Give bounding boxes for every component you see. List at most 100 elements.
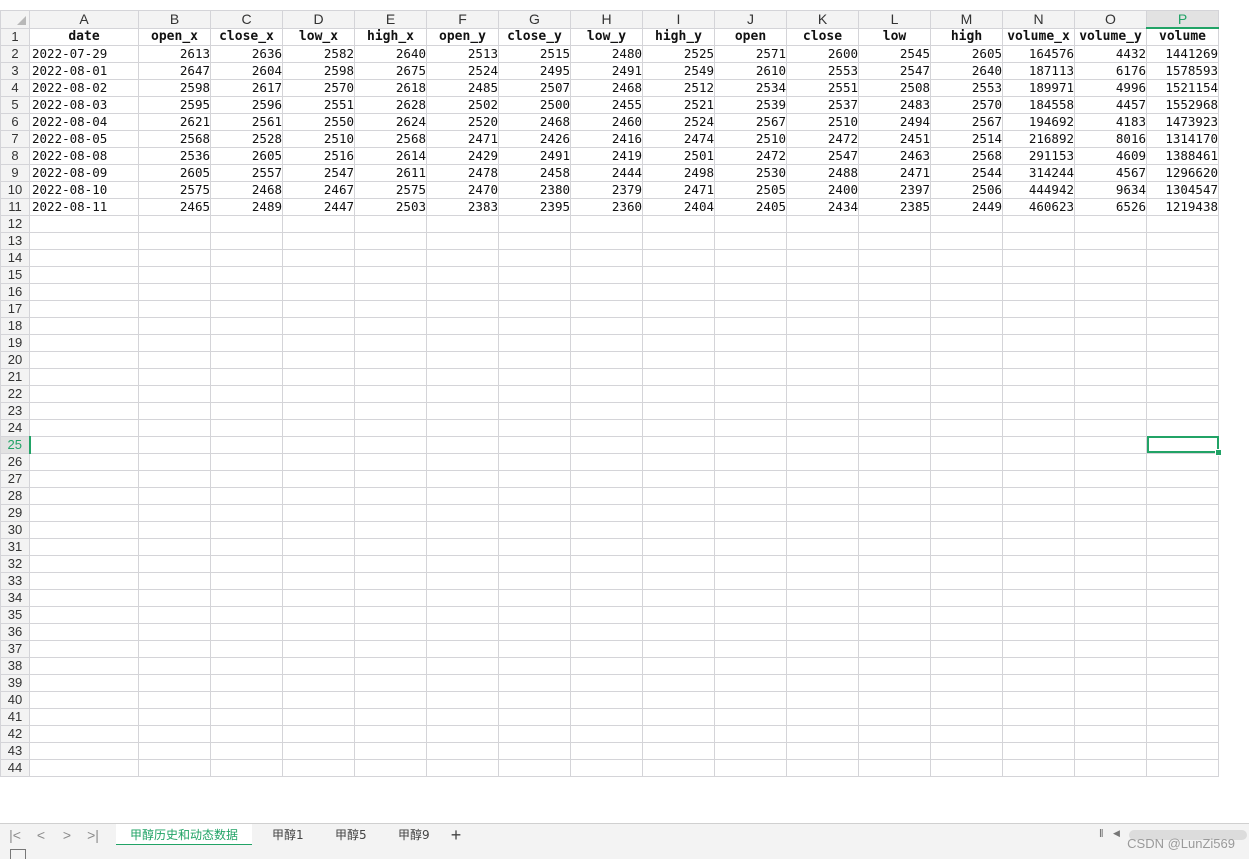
empty-cell[interactable] [1074,350,1147,369]
empty-cell[interactable] [138,316,211,335]
data-cell[interactable]: 2537 [786,95,859,114]
empty-cell[interactable] [138,741,211,760]
row-header[interactable]: 31 [0,537,30,556]
data-cell[interactable]: 2022-08-03 [29,95,139,114]
data-cell[interactable]: 187113 [1002,61,1075,80]
empty-cell[interactable] [642,537,715,556]
data-cell[interactable]: 2575 [354,180,427,199]
empty-cell[interactable] [1002,724,1075,743]
empty-cell[interactable] [642,469,715,488]
empty-cell[interactable] [354,571,427,590]
empty-cell[interactable] [1146,214,1219,233]
row-header[interactable]: 9 [0,163,30,182]
empty-cell[interactable] [29,231,139,250]
empty-cell[interactable] [210,486,283,505]
empty-cell[interactable] [1074,401,1147,420]
empty-cell[interactable] [1074,656,1147,675]
empty-cell[interactable] [570,367,643,386]
empty-cell[interactable] [858,707,931,726]
empty-cell[interactable] [426,231,499,250]
empty-cell[interactable] [29,384,139,403]
empty-cell[interactable] [498,724,571,743]
empty-cell[interactable] [858,571,931,590]
column-header-f[interactable]: F [426,10,499,29]
data-cell[interactable]: 1388461 [1146,146,1219,165]
empty-cell[interactable] [210,656,283,675]
empty-cell[interactable] [426,401,499,420]
header-cell[interactable]: high [930,27,1003,46]
empty-cell[interactable] [426,656,499,675]
empty-cell[interactable] [354,435,427,454]
empty-cell[interactable] [642,435,715,454]
empty-cell[interactable] [642,350,715,369]
empty-cell[interactable] [426,741,499,760]
data-cell[interactable]: 2022-08-05 [29,129,139,148]
data-cell[interactable]: 2447 [282,197,355,216]
empty-cell[interactable] [1074,248,1147,267]
empty-cell[interactable] [498,554,571,573]
empty-cell[interactable] [282,265,355,284]
empty-cell[interactable] [498,248,571,267]
data-cell[interactable]: 2568 [354,129,427,148]
empty-cell[interactable] [498,469,571,488]
empty-cell[interactable] [498,231,571,250]
empty-cell[interactable] [786,486,859,505]
select-all-corner[interactable] [0,10,30,29]
empty-cell[interactable] [1146,690,1219,709]
empty-cell[interactable] [714,265,787,284]
empty-cell[interactable] [786,452,859,471]
empty-cell[interactable] [282,350,355,369]
data-cell[interactable]: 460623 [1002,197,1075,216]
empty-cell[interactable] [930,316,1003,335]
data-cell[interactable]: 2404 [642,197,715,216]
column-header-n[interactable]: N [1002,10,1075,29]
column-header-c[interactable]: C [210,10,283,29]
empty-cell[interactable] [354,418,427,437]
empty-cell[interactable] [858,350,931,369]
empty-cell[interactable] [714,248,787,267]
empty-cell[interactable] [930,435,1003,454]
empty-cell[interactable] [1074,316,1147,335]
empty-cell[interactable] [282,707,355,726]
data-cell[interactable]: 2605 [210,146,283,165]
empty-cell[interactable] [498,571,571,590]
row-header[interactable]: 12 [0,214,30,233]
row-header[interactable]: 26 [0,452,30,471]
empty-cell[interactable] [282,452,355,471]
empty-cell[interactable] [354,367,427,386]
empty-cell[interactable] [138,707,211,726]
empty-cell[interactable] [138,554,211,573]
empty-cell[interactable] [1074,486,1147,505]
empty-cell[interactable] [29,571,139,590]
empty-cell[interactable] [642,503,715,522]
empty-cell[interactable] [714,758,787,777]
header-cell[interactable]: close_x [210,27,283,46]
empty-cell[interactable] [138,588,211,607]
empty-cell[interactable] [570,639,643,658]
data-cell[interactable]: 2547 [282,163,355,182]
empty-cell[interactable] [642,639,715,658]
column-header-b[interactable]: B [138,10,211,29]
data-cell[interactable]: 2397 [858,180,931,199]
empty-cell[interactable] [282,622,355,641]
empty-cell[interactable] [1002,486,1075,505]
empty-cell[interactable] [642,673,715,692]
data-cell[interactable]: 2416 [570,129,643,148]
empty-cell[interactable] [930,554,1003,573]
empty-cell[interactable] [1074,333,1147,352]
column-header-g[interactable]: G [498,10,571,29]
empty-cell[interactable] [858,724,931,743]
row-header[interactable]: 10 [0,180,30,199]
empty-cell[interactable] [1074,418,1147,437]
empty-cell[interactable] [138,656,211,675]
row-header[interactable]: 35 [0,605,30,624]
empty-cell[interactable] [858,537,931,556]
empty-cell[interactable] [1002,384,1075,403]
data-cell[interactable]: 2528 [210,129,283,148]
header-cell[interactable]: close [786,27,859,46]
empty-cell[interactable] [29,486,139,505]
empty-cell[interactable] [282,418,355,437]
empty-cell[interactable] [1074,384,1147,403]
empty-cell[interactable] [498,265,571,284]
empty-cell[interactable] [138,214,211,233]
